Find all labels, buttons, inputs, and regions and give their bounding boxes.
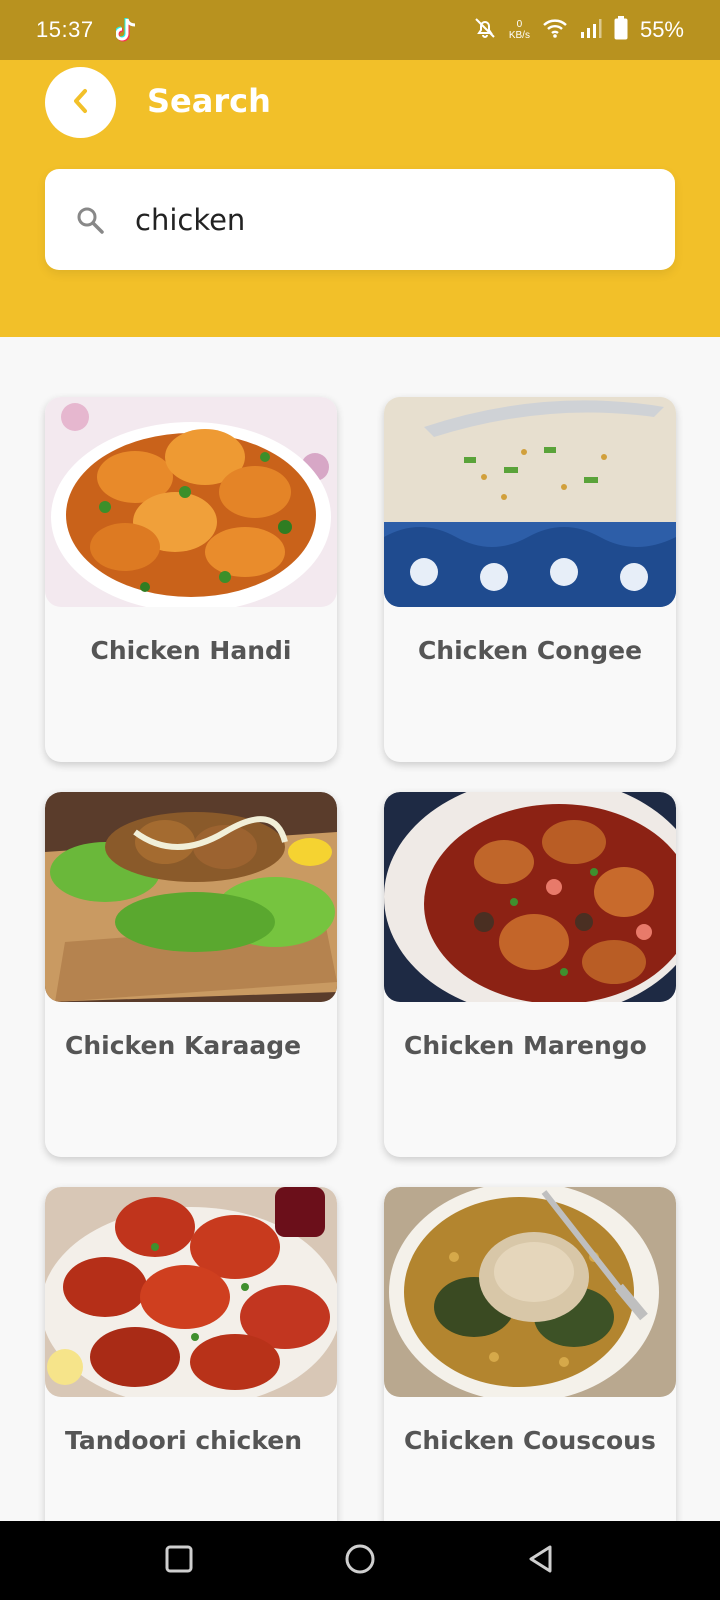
recipe-title: Chicken Marengo [404,1031,647,1060]
recipe-card[interactable]: Chicken Karaage [45,792,337,1157]
tiktok-icon [114,17,138,43]
triangle-back-icon[interactable] [526,1544,556,1578]
recipe-title: Chicken Congee [417,636,643,665]
status-bar: 15:37 0 KB/s 55% [0,0,720,60]
page-title: Search [147,82,271,120]
battery-icon [614,16,628,44]
recipe-title: Tandoori chicken [65,1426,303,1455]
recipe-card[interactable]: Chicken Congee [384,397,676,762]
recipe-card[interactable]: Chicken Marengo [384,792,676,1157]
status-icons: 0 KB/s 55% [473,16,684,44]
wifi-icon [542,17,568,43]
curry-chicken-photo [45,397,337,607]
bell-off-icon [473,16,497,44]
recipe-title: Chicken Handi [90,636,292,665]
recipe-card[interactable]: Tandoori chicken [45,1187,337,1552]
tandoori-platter-photo [45,1187,337,1397]
net-speed: 0 KB/s [509,19,530,41]
recipe-title: Chicken Karaage [65,1031,302,1060]
recipe-card[interactable]: Chicken Handi [45,397,337,762]
header: Search [0,60,720,337]
search-icon [75,205,105,235]
system-nav-bar [0,1521,720,1600]
chevron-left-icon [70,88,92,118]
karaage-lettuce-photo [45,792,337,1002]
signal-icon [580,17,602,43]
status-time: 15:37 [36,17,94,42]
back-button[interactable] [45,67,116,138]
battery-percent: 55% [639,17,684,42]
congee-bowl-photo [384,397,676,607]
square-recents-icon[interactable] [164,1544,194,1578]
marengo-pot-photo [384,792,676,1002]
couscous-plate-photo [384,1187,676,1397]
search-input[interactable] [135,202,615,237]
net-speed-value: 0 [516,19,523,30]
recipe-card[interactable]: Chicken Couscous [384,1187,676,1552]
results-grid: Chicken Handi Chicken Congee Chicken Kar… [45,397,676,1552]
net-speed-unit: KB/s [508,30,530,41]
recipe-title: Chicken Couscous [404,1426,656,1455]
circle-home-icon[interactable] [343,1542,377,1580]
search-box[interactable] [45,169,675,270]
